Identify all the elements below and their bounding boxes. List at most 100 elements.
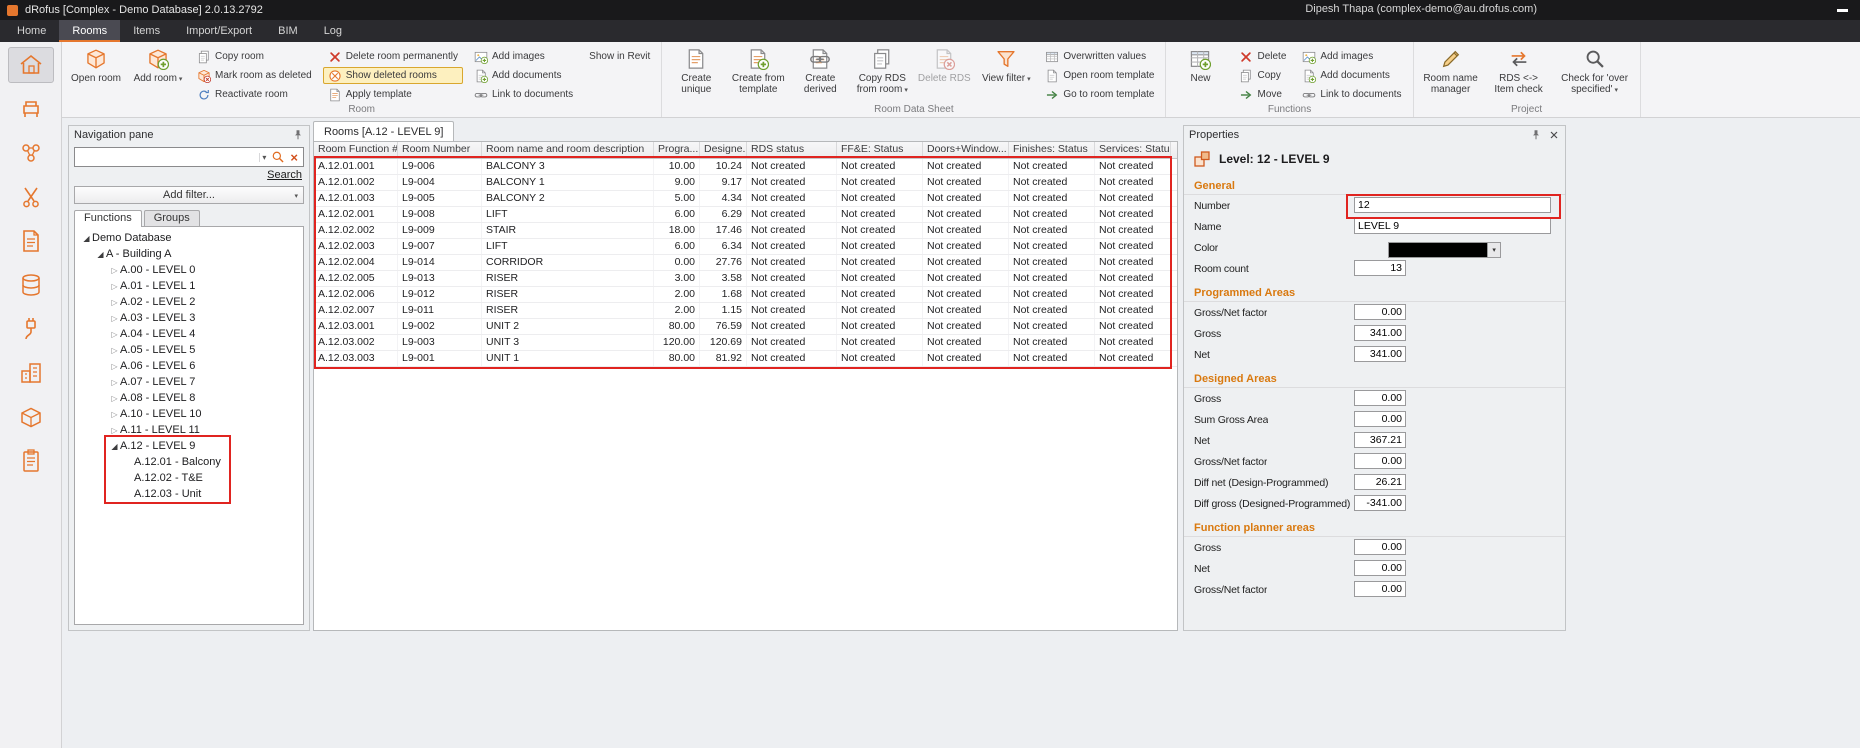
nav-tab-functions[interactable]: Functions — [74, 210, 142, 227]
tree-collapsed-icon[interactable]: ▷ — [109, 282, 120, 291]
functions-link-to-documents-button[interactable]: Link to documents — [1297, 86, 1406, 103]
delete-rds-button[interactable]: Delete RDS — [916, 45, 972, 87]
column-header-rds-status[interactable]: RDS status — [747, 142, 837, 158]
tree-item-a-12-03-unit[interactable]: A.12.03 - Unit — [75, 486, 303, 502]
tree-collapsed-icon[interactable]: ▷ — [109, 378, 120, 387]
room-row-a-12-03-003[interactable]: A.12.03.003L9-001UNIT 180.0081.92Not cre… — [314, 351, 1177, 367]
tree-item-a-12-level-9[interactable]: ◢A.12 - LEVEL 9 — [75, 438, 303, 454]
net-field[interactable] — [1354, 560, 1406, 576]
search-history-caret[interactable]: ▾ — [259, 153, 268, 162]
sum-gross-area-field[interactable] — [1354, 411, 1406, 427]
new-function-button[interactable]: New — [1172, 45, 1228, 87]
tree-item-demo-database[interactable]: ◢Demo Database — [75, 230, 303, 246]
tree-item-a-01-level-1[interactable]: ▷A.01 - LEVEL 1 — [75, 278, 303, 294]
room-row-a-12-02-005[interactable]: A.12.02.005L9-013RISER3.003.58Not create… — [314, 271, 1177, 287]
gross-field[interactable] — [1354, 325, 1406, 341]
gross-net-factor-field[interactable] — [1354, 453, 1406, 469]
module-reports-button[interactable] — [8, 443, 54, 479]
link-to-documents-button[interactable]: Link to documents — [469, 86, 578, 103]
tree-item-a-04-level-4[interactable]: ▷A.04 - LEVEL 4 — [75, 326, 303, 342]
create-from-template-button[interactable]: Create from template — [730, 45, 786, 98]
open-room-button[interactable]: Open room — [68, 45, 124, 87]
module-rooms-button[interactable] — [8, 47, 54, 83]
search-input[interactable] — [78, 149, 256, 165]
reactivate-room-button[interactable]: Reactivate room — [192, 86, 317, 103]
add-images-button[interactable]: Add images — [469, 48, 578, 65]
tree-expanded-icon[interactable]: ◢ — [109, 442, 120, 451]
overwritten-values-button[interactable]: Overwritten values — [1040, 48, 1159, 65]
go-to-room-template-button[interactable]: Go to room template — [1040, 86, 1159, 103]
mark-room-as-deleted-button[interactable]: Mark room as deleted — [192, 67, 317, 84]
tree-expanded-icon[interactable]: ◢ — [81, 234, 92, 243]
diff-gross-designed-programmed-field[interactable] — [1354, 495, 1406, 511]
column-header-doors-window[interactable]: Doors+Window... — [923, 142, 1009, 158]
minimize-button[interactable] — [1837, 9, 1848, 12]
pin-icon[interactable] — [292, 129, 304, 141]
gross-net-factor-field[interactable] — [1354, 581, 1406, 597]
tree-collapsed-icon[interactable]: ▷ — [109, 410, 120, 419]
room-row-a-12-02-006[interactable]: A.12.02.006L9-012RISER2.001.68Not create… — [314, 287, 1177, 303]
check-over-specified-button[interactable]: Check for 'over specified'▾ — [1556, 45, 1634, 99]
tree-item-a-08-level-8[interactable]: ▷A.08 - LEVEL 8 — [75, 390, 303, 406]
number-field[interactable] — [1354, 197, 1551, 213]
color-picker[interactable]: ▾ — [1388, 242, 1501, 258]
tree-item-a-building-a[interactable]: ◢A - Building A — [75, 246, 303, 262]
search-icon[interactable] — [271, 150, 285, 164]
delete-room-permanently-button[interactable]: Delete room permanently — [323, 48, 463, 65]
tree-collapsed-icon[interactable]: ▷ — [109, 394, 120, 403]
create-unique-button[interactable]: Create unique — [668, 45, 724, 98]
module-data-button[interactable] — [8, 267, 54, 303]
show-in-revit-button[interactable]: Show in Revit — [584, 48, 655, 65]
column-header-room-name-and-room-description[interactable]: Room name and room description — [482, 142, 654, 158]
copy-rds-from-room-button[interactable]: Copy RDS from room▾ — [854, 45, 910, 99]
menu-tab-items[interactable]: Items — [120, 20, 173, 42]
room-count-field[interactable] — [1354, 260, 1406, 276]
tree-collapsed-icon[interactable]: ▷ — [109, 266, 120, 275]
menu-tab-home[interactable]: Home — [4, 20, 59, 42]
menu-tab-bim[interactable]: BIM — [265, 20, 311, 42]
tree-item-a-00-level-0[interactable]: ▷A.00 - LEVEL 0 — [75, 262, 303, 278]
tree-item-a-07-level-7[interactable]: ▷A.07 - LEVEL 7 — [75, 374, 303, 390]
tree-item-a-10-level-10[interactable]: ▷A.10 - LEVEL 10 — [75, 406, 303, 422]
room-row-a-12-02-003[interactable]: A.12.02.003L9-007LIFT6.006.34Not created… — [314, 239, 1177, 255]
functions-add-documents-button[interactable]: Add documents — [1297, 67, 1406, 84]
net-field[interactable] — [1354, 432, 1406, 448]
nav-tab-groups[interactable]: Groups — [144, 210, 200, 227]
open-room-template-button[interactable]: Open room template — [1040, 67, 1159, 84]
column-header-services-status[interactable]: Services: Status — [1095, 142, 1171, 158]
menu-tab-rooms[interactable]: Rooms — [59, 20, 120, 42]
name-field[interactable] — [1354, 218, 1551, 234]
module-documents-button[interactable] — [8, 223, 54, 259]
view-filter-button[interactable]: View filter▾ — [978, 45, 1034, 88]
room-row-a-12-01-002[interactable]: A.12.01.002L9-004BALCONY 19.009.17Not cr… — [314, 175, 1177, 191]
net-field[interactable] — [1354, 346, 1406, 362]
module-items-button[interactable] — [8, 91, 54, 127]
tree-item-a-11-level-11[interactable]: ▷A.11 - LEVEL 11 — [75, 422, 303, 438]
move-function-button[interactable]: Move — [1234, 86, 1291, 103]
add-room-button[interactable]: Add room▾ — [130, 45, 186, 88]
tree-collapsed-icon[interactable]: ▷ — [109, 426, 120, 435]
gross-field[interactable] — [1354, 539, 1406, 555]
room-row-a-12-02-002[interactable]: A.12.02.002L9-009STAIR18.0017.46Not crea… — [314, 223, 1177, 239]
tree-collapsed-icon[interactable]: ▷ — [109, 330, 120, 339]
tree-item-a-12-01-balcony[interactable]: A.12.01 - Balcony — [75, 454, 303, 470]
search-link[interactable]: Search — [267, 169, 302, 181]
show-deleted-rooms-toggle[interactable]: Show deleted rooms — [323, 67, 463, 84]
gross-field[interactable] — [1354, 390, 1406, 406]
column-header-room-number[interactable]: Room Number — [398, 142, 482, 158]
create-derived-button[interactable]: Create derived — [792, 45, 848, 98]
column-header-finishes-status[interactable]: Finishes: Status — [1009, 142, 1095, 158]
tree-collapsed-icon[interactable]: ▷ — [109, 362, 120, 371]
column-header-progra[interactable]: Progra... — [654, 142, 700, 158]
tree-expanded-icon[interactable]: ◢ — [95, 250, 106, 259]
module-packages-button[interactable] — [8, 399, 54, 435]
column-header-ff-e-status[interactable]: FF&E: Status — [837, 142, 923, 158]
room-row-a-12-02-007[interactable]: A.12.02.007L9-011RISER2.001.15Not create… — [314, 303, 1177, 319]
column-header-room-function[interactable]: Room Function #: — [314, 142, 398, 158]
module-logistics-button[interactable] — [8, 311, 54, 347]
module-tender-button[interactable] — [8, 179, 54, 215]
rds-item-check-button[interactable]: RDS <-> Item check — [1488, 45, 1550, 98]
delete-function-button[interactable]: Delete — [1234, 48, 1291, 65]
diff-net-design-programmed-field[interactable] — [1354, 474, 1406, 490]
tree-item-a-02-level-2[interactable]: ▷A.02 - LEVEL 2 — [75, 294, 303, 310]
